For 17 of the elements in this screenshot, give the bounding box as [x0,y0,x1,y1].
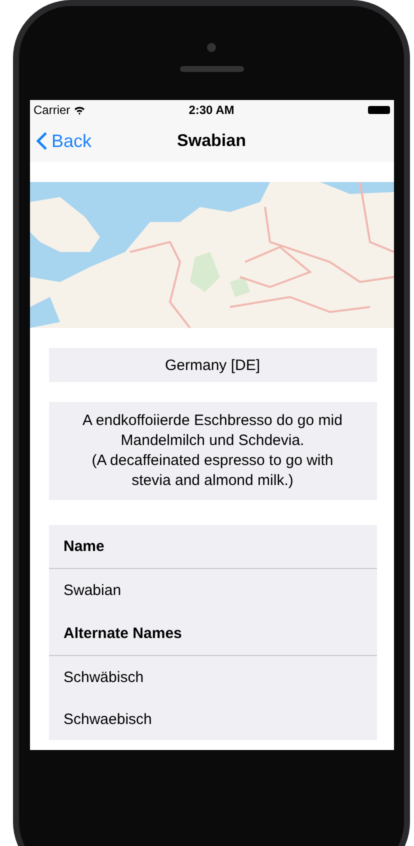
list-item: Swabian [62,580,122,600]
speaker-icon [180,66,244,72]
description-text: A endkoffoiierde Eschbresso do go mid Mandelmilch und Schdevia. [82,411,344,451]
camera-icon [207,42,216,52]
battery-icon [368,106,390,114]
description-text: (A decaffeinated espresso to go with stevia and almond milk.) [90,451,334,491]
list-item: Schwäbisch [62,668,145,688]
wifi-icon [74,106,86,114]
back-button[interactable]: Back [30,130,98,152]
country-label: Germany [DE] [48,348,376,382]
carrier-label: Carrier [34,103,70,117]
status-time: 2:30 AM [188,103,234,117]
section-header: Alternate Names [48,611,376,656]
chevron-icon [36,131,48,151]
list-item: Schwaebisch [62,710,153,730]
section-header: Name [48,525,376,569]
nav-title: Swabian [177,131,246,151]
